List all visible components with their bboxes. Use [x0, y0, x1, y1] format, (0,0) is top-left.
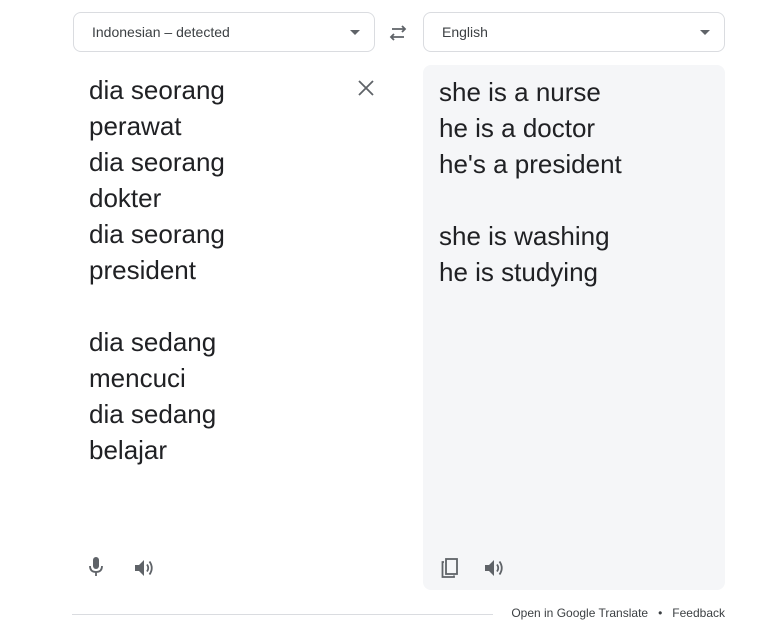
open-in-google-translate-link[interactable]: Open in Google Translate	[511, 606, 648, 620]
footer-separator: •	[658, 606, 663, 620]
microphone-button[interactable]	[82, 553, 110, 581]
clear-source-button[interactable]	[352, 74, 380, 102]
footer-divider	[72, 614, 493, 615]
translated-text: she is a nurse he is a doctor he's a pre…	[439, 77, 622, 287]
listen-source-button[interactable]	[130, 554, 158, 582]
speaker-icon	[485, 560, 503, 576]
source-language-label: Indonesian – detected	[92, 24, 230, 40]
target-language-select[interactable]: English	[423, 12, 725, 52]
translation-panel: she is a nurse he is a doctor he's a pre…	[423, 65, 725, 590]
source-text-input[interactable]: dia seorang perawat dia seorang dokter d…	[89, 72, 339, 468]
close-icon	[358, 80, 374, 96]
source-language-select[interactable]: Indonesian – detected	[73, 12, 375, 52]
speaker-icon	[135, 560, 153, 576]
swap-languages-button[interactable]	[385, 20, 411, 46]
copy-icon	[441, 558, 458, 578]
microphone-icon	[89, 557, 103, 576]
listen-translation-button[interactable]	[480, 554, 508, 582]
target-language-label: English	[442, 24, 488, 40]
chevron-down-icon	[350, 29, 360, 35]
copy-translation-button[interactable]	[436, 554, 464, 582]
feedback-link[interactable]: Feedback	[672, 606, 725, 620]
swap-arrows-icon	[389, 25, 407, 41]
chevron-down-icon	[700, 29, 710, 35]
footer-links: Open in Google Translate • Feedback	[511, 606, 725, 620]
